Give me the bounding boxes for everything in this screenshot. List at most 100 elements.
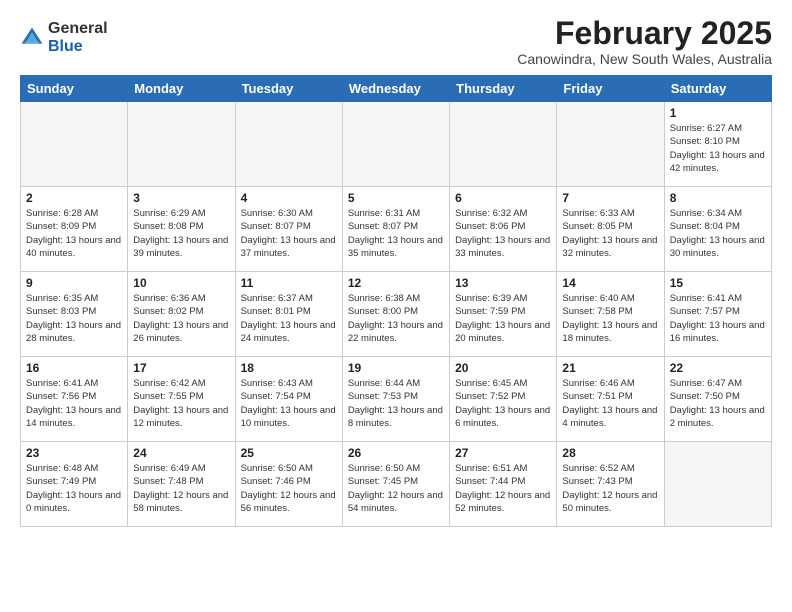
location-title: Canowindra, New South Wales, Australia <box>517 51 772 67</box>
table-cell: 24 Sunrise: 6:49 AM Sunset: 7:48 PM Dayli… <box>128 442 235 527</box>
logo-icon <box>20 26 44 50</box>
header-monday: Monday <box>128 76 235 102</box>
table-cell: 25 Sunrise: 6:50 AM Sunset: 7:46 PM Dayli… <box>235 442 342 527</box>
table-cell: 7 Sunrise: 6:33 AM Sunset: 8:05 PM Daylig… <box>557 187 664 272</box>
day-number: 19 <box>348 361 444 375</box>
day-info: Sunrise: 6:39 AM Sunset: 7:59 PM Dayligh… <box>455 292 551 345</box>
table-cell: 21 Sunrise: 6:46 AM Sunset: 7:51 PM Dayli… <box>557 357 664 442</box>
table-cell: 8 Sunrise: 6:34 AM Sunset: 8:04 PM Daylig… <box>664 187 771 272</box>
day-info: Sunrise: 6:30 AM Sunset: 8:07 PM Dayligh… <box>241 207 337 260</box>
day-info: Sunrise: 6:50 AM Sunset: 7:46 PM Dayligh… <box>241 462 337 515</box>
day-info: Sunrise: 6:40 AM Sunset: 7:58 PM Dayligh… <box>562 292 658 345</box>
logo: General Blue <box>20 20 108 55</box>
day-info: Sunrise: 6:27 AM Sunset: 8:10 PM Dayligh… <box>670 122 766 175</box>
table-cell: 13Sunrise: 6:39 AM Sunset: 7:59 PM Dayli… <box>450 272 557 357</box>
header: General Blue February 2025 Canowindra, N… <box>20 16 772 67</box>
table-cell: 28Sunrise: 6:52 AM Sunset: 7:43 PM Dayli… <box>557 442 664 527</box>
day-info: Sunrise: 6:46 AM Sunset: 7:51 PM Dayligh… <box>562 377 658 430</box>
table-cell: 16Sunrise: 6:41 AM Sunset: 7:56 PM Dayli… <box>21 357 128 442</box>
logo-text: General Blue <box>48 20 108 55</box>
table-cell: 27Sunrise: 6:51 AM Sunset: 7:44 PM Dayli… <box>450 442 557 527</box>
week-row-0: 1 Sunrise: 6:27 AM Sunset: 8:10 PM Daylig… <box>21 102 772 187</box>
table-cell: 22 Sunrise: 6:47 AM Sunset: 7:50 PM Dayli… <box>664 357 771 442</box>
calendar-header-row: Sunday Monday Tuesday Wednesday Thursday… <box>21 76 772 102</box>
table-cell: 23Sunrise: 6:48 AM Sunset: 7:49 PM Dayli… <box>21 442 128 527</box>
table-cell <box>664 442 771 527</box>
week-row-2: 9 Sunrise: 6:35 AM Sunset: 8:03 PM Daylig… <box>21 272 772 357</box>
table-cell: 11 Sunrise: 6:37 AM Sunset: 8:01 PM Dayli… <box>235 272 342 357</box>
table-cell: 26 Sunrise: 6:50 AM Sunset: 7:45 PM Dayli… <box>342 442 449 527</box>
day-info: Sunrise: 6:36 AM Sunset: 8:02 PM Dayligh… <box>133 292 229 345</box>
day-info: Sunrise: 6:31 AM Sunset: 8:07 PM Dayligh… <box>348 207 444 260</box>
day-number: 24 <box>133 446 229 460</box>
day-info: Sunrise: 6:44 AM Sunset: 7:53 PM Dayligh… <box>348 377 444 430</box>
table-cell: 4 Sunrise: 6:30 AM Sunset: 8:07 PM Daylig… <box>235 187 342 272</box>
table-cell: 19 Sunrise: 6:44 AM Sunset: 7:53 PM Dayli… <box>342 357 449 442</box>
day-number: 10 <box>133 276 229 290</box>
day-number: 2 <box>26 191 122 205</box>
day-info: Sunrise: 6:29 AM Sunset: 8:08 PM Dayligh… <box>133 207 229 260</box>
calendar-table: Sunday Monday Tuesday Wednesday Thursday… <box>20 75 772 527</box>
day-number: 16 <box>26 361 122 375</box>
table-cell <box>450 102 557 187</box>
table-cell: 9 Sunrise: 6:35 AM Sunset: 8:03 PM Daylig… <box>21 272 128 357</box>
day-info: Sunrise: 6:47 AM Sunset: 7:50 PM Dayligh… <box>670 377 766 430</box>
day-number: 7 <box>562 191 658 205</box>
day-info: Sunrise: 6:37 AM Sunset: 8:01 PM Dayligh… <box>241 292 337 345</box>
day-number: 20 <box>455 361 551 375</box>
day-info: Sunrise: 6:43 AM Sunset: 7:54 PM Dayligh… <box>241 377 337 430</box>
table-cell: 18 Sunrise: 6:43 AM Sunset: 7:54 PM Dayli… <box>235 357 342 442</box>
title-block: February 2025 Canowindra, New South Wale… <box>517 16 772 67</box>
day-number: 1 <box>670 106 766 120</box>
day-info: Sunrise: 6:51 AM Sunset: 7:44 PM Dayligh… <box>455 462 551 515</box>
table-cell <box>128 102 235 187</box>
day-info: Sunrise: 6:41 AM Sunset: 7:57 PM Dayligh… <box>670 292 766 345</box>
header-wednesday: Wednesday <box>342 76 449 102</box>
day-number: 9 <box>26 276 122 290</box>
week-row-3: 16Sunrise: 6:41 AM Sunset: 7:56 PM Dayli… <box>21 357 772 442</box>
week-row-1: 2Sunrise: 6:28 AM Sunset: 8:09 PM Daylig… <box>21 187 772 272</box>
table-cell <box>557 102 664 187</box>
day-info: Sunrise: 6:50 AM Sunset: 7:45 PM Dayligh… <box>348 462 444 515</box>
header-sunday: Sunday <box>21 76 128 102</box>
table-cell: 5 Sunrise: 6:31 AM Sunset: 8:07 PM Daylig… <box>342 187 449 272</box>
table-cell: 3Sunrise: 6:29 AM Sunset: 8:08 PM Daylig… <box>128 187 235 272</box>
day-number: 15 <box>670 276 766 290</box>
table-cell: 15 Sunrise: 6:41 AM Sunset: 7:57 PM Dayli… <box>664 272 771 357</box>
table-cell <box>235 102 342 187</box>
day-number: 21 <box>562 361 658 375</box>
day-info: Sunrise: 6:49 AM Sunset: 7:48 PM Dayligh… <box>133 462 229 515</box>
logo-general-text: General <box>48 20 108 38</box>
day-number: 28 <box>562 446 658 460</box>
day-info: Sunrise: 6:34 AM Sunset: 8:04 PM Dayligh… <box>670 207 766 260</box>
table-cell: 2Sunrise: 6:28 AM Sunset: 8:09 PM Daylig… <box>21 187 128 272</box>
page: General Blue February 2025 Canowindra, N… <box>0 0 792 612</box>
day-number: 18 <box>241 361 337 375</box>
day-info: Sunrise: 6:42 AM Sunset: 7:55 PM Dayligh… <box>133 377 229 430</box>
day-number: 17 <box>133 361 229 375</box>
day-number: 23 <box>26 446 122 460</box>
week-row-4: 23Sunrise: 6:48 AM Sunset: 7:49 PM Dayli… <box>21 442 772 527</box>
day-number: 8 <box>670 191 766 205</box>
day-info: Sunrise: 6:33 AM Sunset: 8:05 PM Dayligh… <box>562 207 658 260</box>
table-cell: 1 Sunrise: 6:27 AM Sunset: 8:10 PM Daylig… <box>664 102 771 187</box>
day-number: 4 <box>241 191 337 205</box>
month-title: February 2025 <box>517 16 772 51</box>
day-info: Sunrise: 6:35 AM Sunset: 8:03 PM Dayligh… <box>26 292 122 345</box>
day-number: 6 <box>455 191 551 205</box>
header-tuesday: Tuesday <box>235 76 342 102</box>
header-friday: Friday <box>557 76 664 102</box>
day-info: Sunrise: 6:32 AM Sunset: 8:06 PM Dayligh… <box>455 207 551 260</box>
day-number: 22 <box>670 361 766 375</box>
table-cell: 12 Sunrise: 6:38 AM Sunset: 8:00 PM Dayli… <box>342 272 449 357</box>
header-thursday: Thursday <box>450 76 557 102</box>
table-cell <box>21 102 128 187</box>
day-info: Sunrise: 6:45 AM Sunset: 7:52 PM Dayligh… <box>455 377 551 430</box>
day-number: 25 <box>241 446 337 460</box>
day-number: 11 <box>241 276 337 290</box>
day-number: 26 <box>348 446 444 460</box>
day-number: 12 <box>348 276 444 290</box>
day-info: Sunrise: 6:38 AM Sunset: 8:00 PM Dayligh… <box>348 292 444 345</box>
table-cell: 10 Sunrise: 6:36 AM Sunset: 8:02 PM Dayli… <box>128 272 235 357</box>
day-number: 5 <box>348 191 444 205</box>
